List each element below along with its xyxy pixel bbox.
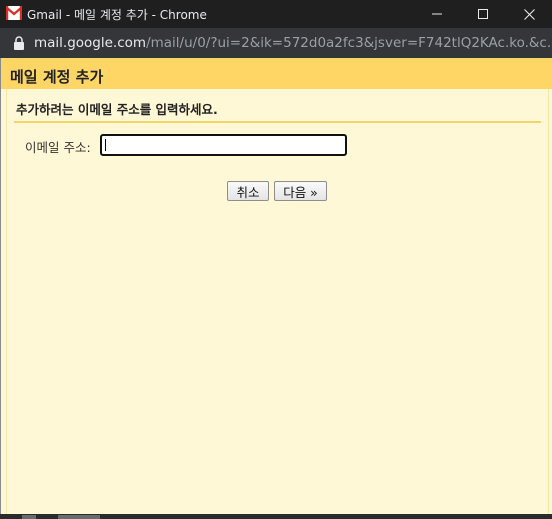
add-mail-account-dialog: 메일 계정 추가 추가하려는 이메일 주소를 입력하세요. 이메일 주소: 취소… xyxy=(0,58,552,514)
url-path: /mail/u/0/?ui=2&ik=572d0a2fc3&jsver=F742… xyxy=(146,35,552,51)
maximize-button[interactable] xyxy=(460,0,506,28)
email-address-label: 이메일 주소: xyxy=(25,140,91,155)
minimize-icon xyxy=(432,13,442,15)
close-icon xyxy=(523,8,535,20)
background-page-edge xyxy=(0,514,552,519)
gmail-logo-icon xyxy=(6,6,22,20)
dialog-header: 메일 계정 추가 xyxy=(1,58,552,89)
close-button[interactable] xyxy=(506,0,552,28)
maximize-icon xyxy=(478,9,488,19)
email-address-input[interactable] xyxy=(100,134,347,156)
chrome-popup-window: Gmail - 메일 계정 추가 - Chrome mail.google.co… xyxy=(0,0,552,519)
lock-icon xyxy=(14,36,24,50)
window-title: Gmail - 메일 계정 추가 - Chrome xyxy=(27,8,207,22)
url-host: mail.google.com xyxy=(34,35,147,51)
address-bar[interactable]: mail.google.com/mail/u/0/?ui=2&ik=572d0a… xyxy=(0,28,552,58)
divider xyxy=(14,121,541,123)
background-mark xyxy=(22,515,36,519)
background-mark xyxy=(58,515,100,519)
dialog-title: 메일 계정 추가 xyxy=(10,68,104,86)
minimize-button[interactable] xyxy=(414,0,460,28)
url-text[interactable]: mail.google.com/mail/u/0/?ui=2&ik=572d0a… xyxy=(34,35,552,51)
instruction-text: 추가하려는 이메일 주소를 입력하세요. xyxy=(16,102,218,117)
title-bar[interactable]: Gmail - 메일 계정 추가 - Chrome xyxy=(0,0,552,28)
text-caret xyxy=(105,139,106,151)
cancel-button[interactable]: 취소 xyxy=(227,181,269,201)
next-button[interactable]: 다음 » xyxy=(274,181,327,201)
